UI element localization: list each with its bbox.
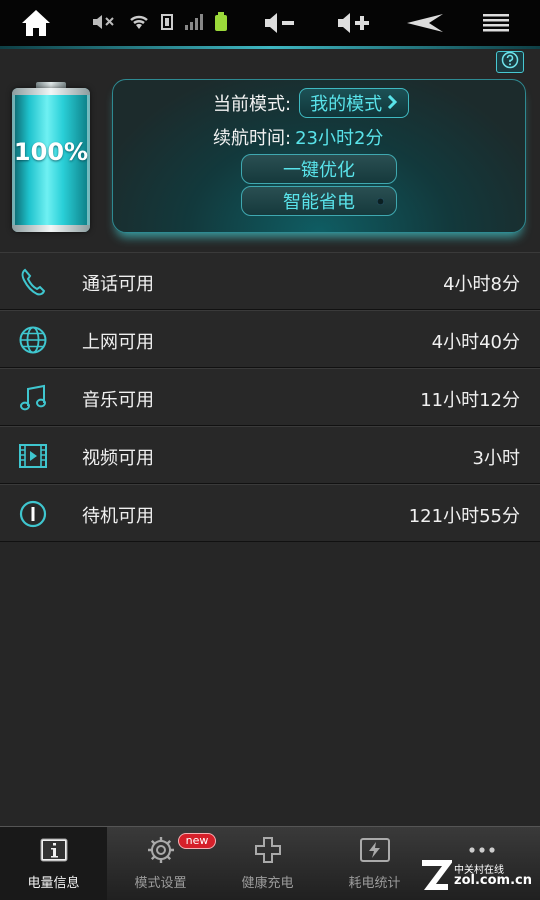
mute-icon — [92, 13, 118, 35]
help-button[interactable] — [496, 51, 524, 73]
optimize-button[interactable]: 一键优化 — [241, 154, 397, 184]
tab-label: 模式设置 — [134, 876, 187, 891]
chevron-right-icon — [386, 93, 398, 114]
endurance-label: 续航时间: — [213, 128, 292, 149]
usage-name: 视频可用 — [82, 448, 154, 469]
smart-save-label: 智能省电 — [283, 192, 355, 213]
smart-save-toggle[interactable]: 智能省电 — [241, 186, 397, 216]
status-icons — [92, 12, 228, 36]
list-item[interactable]: 音乐可用 11小时12分 — [0, 368, 540, 426]
sim-icon — [160, 13, 174, 35]
power-icon — [16, 499, 50, 529]
usage-time: 4小时40分 — [431, 332, 520, 353]
usage-name: 音乐可用 — [82, 390, 154, 411]
battery-graphic: 100% — [12, 82, 90, 232]
usage-name: 通话可用 — [82, 274, 154, 295]
toggle-indicator — [377, 198, 384, 205]
usage-name: 上网可用 — [82, 332, 154, 353]
list-item[interactable]: 通话可用 4小时8分 — [0, 252, 540, 310]
usage-list: 通话可用 4小时8分 上网可用 4小时40分 音乐可用 11小时12分 视频可用… — [0, 252, 540, 542]
new-badge: new — [178, 833, 216, 849]
home-icon[interactable] — [20, 8, 52, 38]
system-bar — [0, 0, 540, 46]
list-item[interactable]: 上网可用 4小时40分 — [0, 310, 540, 368]
watermark: 中关村在线 zol.com.cn — [418, 855, 536, 895]
tab-battery-info[interactable]: 电量信息 — [0, 827, 107, 900]
usage-time: 121小时55分 — [408, 506, 520, 527]
optimize-label: 一键优化 — [283, 160, 355, 181]
current-mode-label: 当前模式: — [213, 94, 292, 115]
signal-icon — [184, 13, 204, 35]
list-item[interactable]: 视频可用 3小时 — [0, 426, 540, 484]
volume-down-icon[interactable] — [262, 10, 298, 36]
help-icon — [501, 51, 519, 73]
battery-percent: 100% — [13, 138, 89, 166]
music-icon — [16, 383, 50, 413]
tab-power-stats[interactable]: 耗电统计 — [321, 827, 428, 900]
watermark-line2: zol.com.cn — [454, 873, 532, 888]
globe-icon — [16, 325, 50, 355]
usage-name: 待机可用 — [82, 506, 154, 527]
endurance-row: 续航时间: 23小时2分 — [213, 124, 383, 150]
battery-panel: 100% 当前模式: 我的模式 续航时间: 23小时2分 一键优化 智能省电 — [0, 49, 540, 252]
menu-icon[interactable] — [480, 10, 512, 36]
current-mode-row: 当前模式: 我的模式 — [213, 88, 410, 118]
endurance-value: 23小时2分 — [295, 128, 384, 149]
battery-icon — [214, 12, 228, 36]
mode-info-box: 当前模式: 我的模式 续航时间: 23小时2分 一键优化 智能省电 — [112, 79, 526, 233]
tab-label: 健康充电 — [241, 876, 294, 891]
video-icon — [16, 441, 50, 471]
gear-icon — [145, 835, 177, 865]
wifi-icon — [128, 13, 150, 35]
back-icon[interactable] — [405, 10, 445, 36]
usage-time: 3小时 — [472, 448, 520, 469]
tab-healthy-charging[interactable]: 健康充电 — [214, 827, 321, 900]
info-icon — [38, 835, 70, 865]
tab-label: 耗电统计 — [348, 876, 401, 891]
usage-time: 4小时8分 — [443, 274, 520, 295]
phone-icon — [16, 267, 50, 297]
mode-select-button[interactable]: 我的模式 — [299, 88, 410, 118]
zol-logo-icon — [418, 857, 454, 897]
current-mode-value: 我的模式 — [310, 94, 383, 115]
usage-time: 11小时12分 — [420, 390, 520, 411]
plus-icon — [252, 835, 284, 865]
volume-up-icon[interactable] — [335, 10, 373, 36]
list-item[interactable]: 待机可用 121小时55分 — [0, 484, 540, 542]
bolt-icon — [359, 835, 391, 865]
tab-label: 电量信息 — [27, 876, 80, 891]
